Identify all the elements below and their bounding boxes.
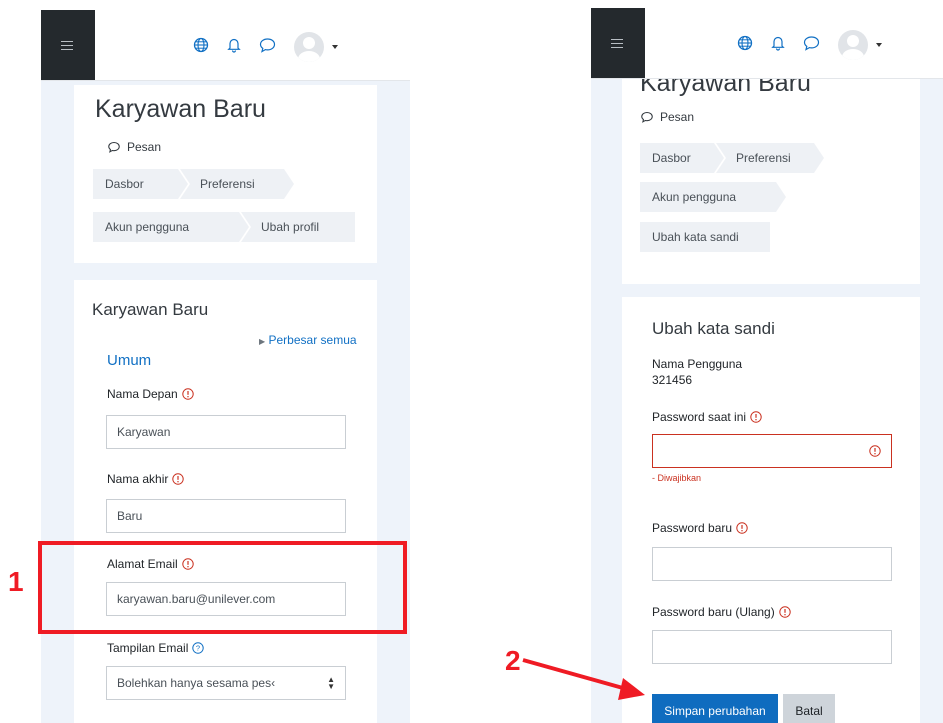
- section-umum[interactable]: Umum: [107, 352, 151, 369]
- email-display-value: Bolehkan hanya sesama pes‹: [117, 676, 276, 690]
- globe-icon[interactable]: [737, 35, 753, 56]
- nav-icons: [737, 30, 882, 60]
- annotation-arrow-icon: [522, 658, 645, 700]
- breadcrumb-akun-pengguna[interactable]: Akun pengguna: [640, 182, 788, 212]
- caret-right-icon: ▶: [259, 337, 266, 346]
- new-password-repeat-input[interactable]: [652, 630, 892, 664]
- breadcrumb-preferensi[interactable]: Preferensi: [180, 169, 296, 199]
- current-password-label-text: Password saat ini: [652, 410, 747, 424]
- page-title: Karyawan Baru: [95, 95, 266, 123]
- menu-button[interactable]: [591, 8, 645, 78]
- error-icon: [869, 445, 881, 457]
- menu-icon: [611, 39, 623, 48]
- last-name-input[interactable]: Baru: [106, 499, 346, 533]
- menu-button[interactable]: [41, 10, 95, 80]
- required-icon: [779, 606, 791, 618]
- first-name-input[interactable]: Karyawan: [106, 415, 346, 449]
- message-link[interactable]: Pesan: [107, 140, 161, 154]
- menu-icon: [61, 41, 73, 50]
- email-display-label: Tampilan Email ?: [107, 641, 205, 655]
- expand-all-label: Perbesar semua: [268, 333, 357, 347]
- svg-text:?: ?: [196, 644, 200, 653]
- chat-icon: [108, 141, 120, 153]
- form-title: Ubah kata sandi: [652, 319, 775, 338]
- form-title: Karyawan Baru: [92, 300, 209, 319]
- annotation-step-1: 1: [8, 566, 24, 597]
- new-password-repeat-label-text: Password baru (Ulang): [652, 605, 775, 619]
- right-screenshot: Karyawan Baru Pesan Dasbor Preferensi Ak…: [591, 8, 943, 723]
- new-password-input[interactable]: [652, 547, 892, 581]
- first-name-label-text: Nama Depan: [107, 387, 178, 401]
- message-label: Pesan: [660, 110, 695, 124]
- required-icon: [750, 411, 762, 423]
- navbar: [41, 10, 410, 81]
- required-icon: [736, 522, 748, 534]
- select-arrows-icon: ▲ ▼: [327, 675, 335, 691]
- last-name-label-text: Nama akhir: [107, 472, 169, 486]
- required-icon: [172, 473, 185, 485]
- profile-form-card: Karyawan Baru ▶ Perbesar semua Umum Nama…: [74, 280, 377, 723]
- navbar: [591, 8, 943, 79]
- dropdown-caret-icon[interactable]: [332, 45, 338, 49]
- message-label: Pesan: [127, 140, 162, 154]
- change-password-card: Ubah kata sandi Nama Pengguna 321456 Pas…: [622, 297, 920, 723]
- dropdown-caret-icon[interactable]: [876, 43, 882, 47]
- chat-icon[interactable]: [803, 35, 820, 56]
- chat-icon[interactable]: [259, 37, 276, 58]
- breadcrumb-dasbor[interactable]: Dasbor: [93, 169, 190, 199]
- help-icon[interactable]: ?: [192, 642, 205, 654]
- message-link[interactable]: Pesan: [640, 110, 694, 124]
- bell-icon[interactable]: [771, 35, 785, 56]
- email-display-select[interactable]: Bolehkan hanya sesama pes‹ ▲ ▼: [106, 666, 346, 700]
- cancel-button[interactable]: Batal: [783, 694, 835, 723]
- nav-icons: [193, 32, 338, 62]
- breadcrumb-ubah-kata-sandi[interactable]: Ubah kata sandi: [640, 222, 770, 252]
- bell-icon[interactable]: [227, 37, 241, 58]
- chat-icon: [641, 111, 653, 123]
- new-password-label-text: Password baru: [652, 521, 733, 535]
- required-error: - Diwajibkan: [652, 473, 702, 483]
- page-header-card: Karyawan Baru Pesan Dasbor Preferensi Ak…: [622, 48, 920, 284]
- new-password-repeat-label: Password baru (Ulang): [652, 605, 791, 619]
- annotation-highlight-box: [38, 541, 407, 634]
- breadcrumb-preferensi[interactable]: Preferensi: [716, 143, 826, 173]
- new-password-label: Password baru: [652, 521, 748, 535]
- current-password-label: Password saat ini: [652, 410, 762, 424]
- expand-all-link[interactable]: ▶ Perbesar semua: [259, 333, 357, 347]
- username-label: Nama Pengguna: [652, 357, 743, 371]
- first-name-label: Nama Depan: [107, 387, 194, 401]
- breadcrumb-ubah-profil[interactable]: Ubah profil: [241, 212, 355, 242]
- page-header-card: Karyawan Baru Pesan Dasbor Preferensi Ak…: [74, 85, 377, 263]
- annotation-step-2: 2: [505, 645, 521, 676]
- user-avatar[interactable]: [294, 32, 324, 62]
- user-avatar[interactable]: [838, 30, 868, 60]
- email-display-label-text: Tampilan Email: [107, 641, 189, 655]
- save-changes-button[interactable]: Simpan perubahan: [652, 694, 778, 723]
- last-name-label: Nama akhir: [107, 472, 185, 486]
- required-icon: [182, 388, 194, 400]
- breadcrumb-dasbor[interactable]: Dasbor: [640, 143, 726, 173]
- breadcrumb-akun-pengguna[interactable]: Akun pengguna: [93, 212, 251, 242]
- current-password-input[interactable]: [652, 434, 892, 468]
- username-value: 321456: [652, 373, 693, 387]
- globe-icon[interactable]: [193, 37, 209, 58]
